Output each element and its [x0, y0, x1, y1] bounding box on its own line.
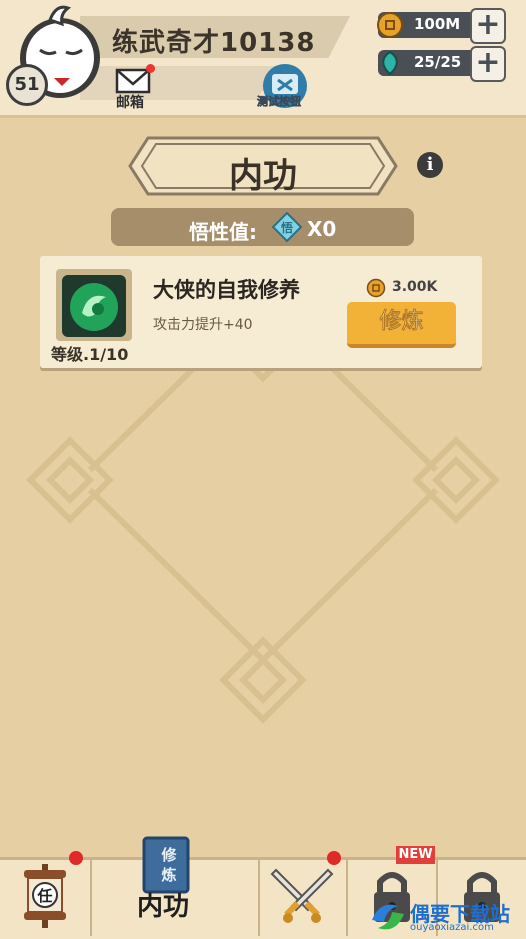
mail-notification-dot: [146, 64, 155, 73]
skill-description: 攻击力提升+40: [153, 317, 253, 333]
svg-text:炼: 炼: [161, 866, 176, 884]
gem-value: 25/25: [414, 53, 462, 71]
coin-icon: [377, 12, 403, 38]
train-cost: 3.00K: [392, 279, 438, 295]
battle-notification-dot: [327, 851, 341, 865]
skill-name: 大侠的自我修养: [153, 278, 300, 302]
level-badge: 51: [6, 64, 48, 106]
green-swirl-skill-icon[interactable]: [62, 275, 126, 337]
svg-text:任: 任: [36, 887, 52, 905]
tab-quest[interactable]: 任: [0, 860, 90, 936]
coin-value: 100M: [414, 15, 461, 33]
mail-label[interactable]: 邮箱: [116, 92, 144, 112]
add-gem-button[interactable]: +: [470, 46, 506, 82]
test-button-label[interactable]: 测试按钮: [257, 93, 302, 109]
comprehension-gem-icon: 悟: [272, 212, 302, 242]
svg-text:修: 修: [160, 846, 177, 864]
coin-counter: 100M +: [377, 8, 506, 44]
watermark-logo-icon: [372, 904, 404, 930]
quest-scroll-icon: 任: [24, 864, 66, 928]
comprehension-bar: [111, 208, 414, 246]
comprehension-value: X0: [307, 217, 337, 241]
gem-counter: 25/25 +: [378, 46, 506, 82]
page-title: 内功: [229, 156, 297, 196]
add-coin-button[interactable]: +: [470, 8, 506, 44]
tab-battle[interactable]: [260, 860, 346, 936]
skill-level: 等级.1/10: [51, 345, 129, 364]
spirit-gem-icon: [382, 50, 398, 76]
coin-icon: [366, 278, 386, 298]
comprehension-label: 悟性值:: [189, 220, 257, 244]
crossed-swords-icon: [270, 868, 334, 923]
player-name: 练武奇才10138: [112, 28, 316, 58]
info-icon[interactable]: i: [417, 152, 443, 178]
new-badge: NEW: [396, 846, 435, 864]
train-button[interactable]: 修炼: [347, 302, 456, 348]
tab-internal-skill-label[interactable]: 内功: [137, 886, 189, 923]
watermark-url: ouyaoxiazai.com: [410, 922, 494, 933]
sub-plate: [80, 66, 280, 100]
svg-text:悟: 悟: [281, 220, 293, 235]
quest-notification-dot: [69, 851, 83, 865]
